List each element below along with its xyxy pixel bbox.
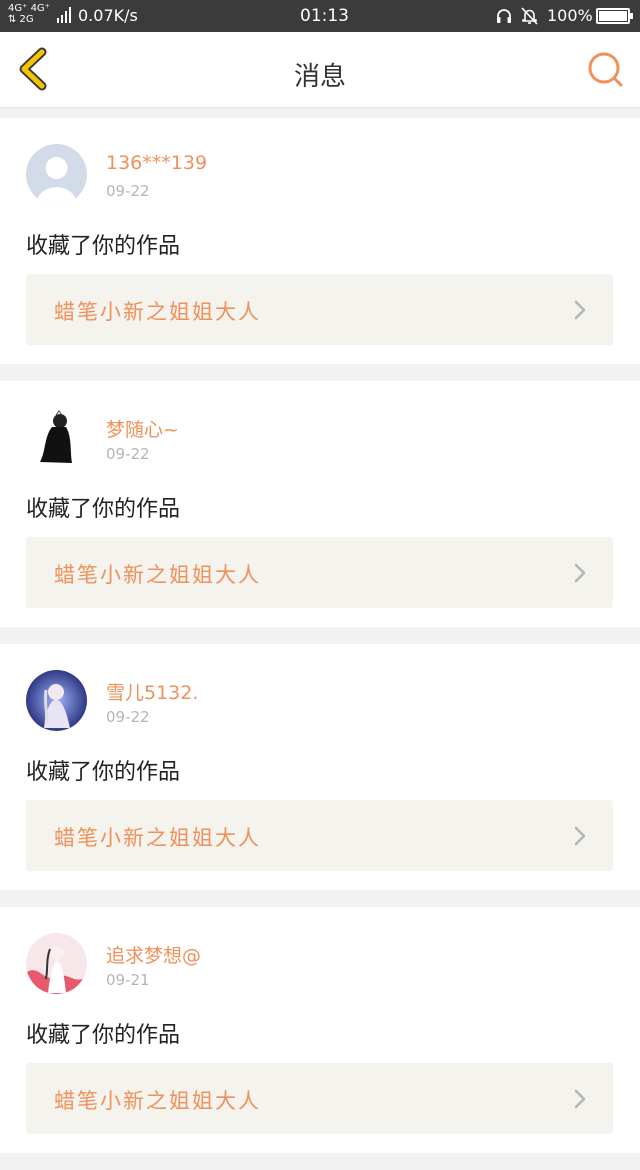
work-title: 蜡笔小新之姐姐大人 [54, 300, 261, 324]
message-text: 收藏了你的作品 [26, 497, 181, 522]
work-link[interactable]: 蜡笔小新之姐姐大人 [26, 274, 613, 345]
chevron-right-icon [574, 563, 586, 583]
work-title: 蜡笔小新之姐姐大人 [54, 563, 261, 587]
avatar[interactable] [26, 144, 87, 205]
message-card: 梦随心~ 09-22 收藏了你的作品 蜡笔小新之姐姐大人 [0, 381, 640, 627]
header-bar: 消息 [0, 32, 640, 108]
chevron-right-icon [574, 826, 586, 846]
default-avatar-icon [26, 144, 87, 205]
user-name[interactable]: 136***139 [106, 152, 207, 174]
anime-pink-avatar-icon [26, 933, 87, 994]
user-name[interactable]: 雪儿5132. [106, 678, 198, 705]
avatar[interactable] [26, 407, 87, 468]
message-date: 09-22 [106, 445, 150, 463]
message-card: 雪儿5132. 09-22 收藏了你的作品 蜡笔小新之姐姐大人 [0, 644, 640, 890]
message-card: 136***139 09-22 收藏了你的作品 蜡笔小新之姐姐大人 [0, 118, 640, 364]
signal-icon [57, 7, 71, 23]
work-link[interactable]: 蜡笔小新之姐姐大人 [26, 537, 613, 608]
message-text: 收藏了你的作品 [26, 234, 181, 259]
clock: 01:13 [300, 6, 349, 26]
work-title: 蜡笔小新之姐姐大人 [54, 826, 261, 850]
network-indicator: 4G⁺ 4G⁺ ⇅ 2G [8, 3, 50, 25]
anime-avatar-icon [26, 670, 87, 731]
work-link[interactable]: 蜡笔小新之姐姐大人 [26, 1063, 613, 1134]
work-title: 蜡笔小新之姐姐大人 [54, 1089, 261, 1113]
headset-icon [497, 9, 511, 23]
silhouette-avatar-icon [26, 407, 87, 468]
network-type-bottom: ⇅ 2G [8, 14, 34, 25]
message-card: 追求梦想@ 09-21 收藏了你的作品 蜡笔小新之姐姐大人 [0, 907, 640, 1153]
avatar[interactable] [26, 670, 87, 731]
chevron-right-icon [574, 1089, 586, 1109]
message-date: 09-22 [106, 708, 150, 726]
user-name[interactable]: 梦随心~ [106, 415, 179, 442]
work-link[interactable]: 蜡笔小新之姐姐大人 [26, 800, 613, 871]
search-icon [588, 52, 623, 87]
message-list: 136***139 09-22 收藏了你的作品 蜡笔小新之姐姐大人 梦随心~ 0… [0, 118, 640, 1170]
page-title: 消息 [293, 62, 346, 92]
network-speed: 0.07K/s [78, 6, 138, 25]
user-name[interactable]: 追求梦想@ [106, 941, 201, 968]
message-date: 09-22 [106, 182, 150, 200]
bell-muted-icon [521, 7, 538, 25]
message-date: 09-21 [106, 971, 150, 989]
avatar[interactable] [26, 933, 87, 994]
network-type-top: 4G⁺ 4G⁺ [8, 3, 50, 14]
battery-percentage: 100% [547, 6, 593, 25]
message-text: 收藏了你的作品 [26, 1023, 181, 1048]
battery-icon [596, 8, 633, 24]
search-button[interactable] [584, 48, 626, 90]
message-text: 收藏了你的作品 [26, 760, 181, 785]
status-bar: 4G⁺ 4G⁺ ⇅ 2G 0.07K/s 01:13 100% [0, 0, 640, 32]
chevron-right-icon [574, 300, 586, 320]
